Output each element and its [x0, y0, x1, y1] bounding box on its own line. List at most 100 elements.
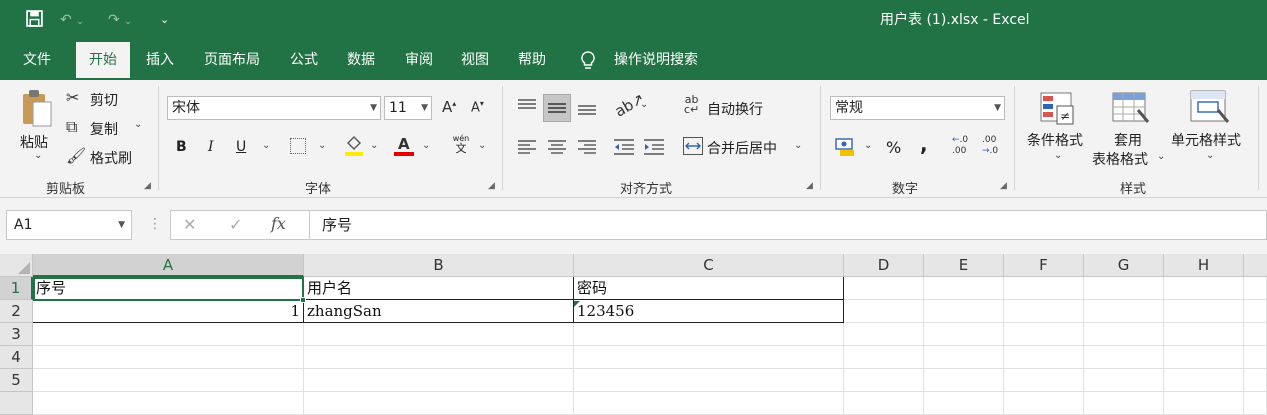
number-as-text-indicator-icon[interactable] [574, 301, 580, 307]
cell-e5[interactable] [924, 369, 1004, 392]
redo-icon[interactable]: ↷ ⌄ [108, 10, 132, 32]
cell-i5[interactable] [1244, 369, 1267, 392]
cell-f4[interactable] [1004, 346, 1084, 369]
cell-d6[interactable] [844, 392, 924, 415]
underline-dropdown-icon[interactable]: ⌄ [262, 140, 270, 151]
column-header-c[interactable]: C [574, 254, 844, 277]
cell-h6[interactable] [1164, 392, 1244, 415]
format-as-table-button[interactable]: 表格格式 [1092, 149, 1148, 169]
borders-dropdown-icon[interactable]: ⌄ [318, 140, 326, 151]
borders-icon[interactable] [290, 138, 306, 154]
percent-button[interactable]: % [886, 138, 901, 157]
alignment-launcher-icon[interactable]: ◢ [806, 181, 813, 191]
cell-b2[interactable]: zhangSan [304, 300, 574, 323]
cell-e2[interactable] [924, 300, 1004, 323]
cell-c1[interactable]: 密码 [574, 277, 844, 300]
formula-bar-grip-icon[interactable]: ⋮ [148, 216, 162, 232]
cell-e1[interactable] [924, 277, 1004, 300]
cell-b5[interactable] [304, 369, 574, 392]
select-all-button[interactable] [0, 254, 33, 277]
cell-e3[interactable] [924, 323, 1004, 346]
column-header-e[interactable]: E [924, 254, 1004, 277]
align-right-icon[interactable] [576, 136, 598, 158]
cell-e6[interactable] [924, 392, 1004, 415]
column-header-a[interactable]: A [33, 254, 304, 277]
column-header-h[interactable]: H [1164, 254, 1244, 277]
cell-h5[interactable] [1164, 369, 1244, 392]
cell-a6[interactable] [33, 392, 304, 415]
cell-h4[interactable] [1164, 346, 1244, 369]
customize-toolbar-icon[interactable]: ⌄ [160, 10, 169, 30]
cell-d4[interactable] [844, 346, 924, 369]
row-header-4[interactable]: 4 [0, 346, 33, 369]
cell-c3[interactable] [574, 323, 844, 346]
align-middle-icon[interactable] [543, 94, 571, 122]
cell-f6[interactable] [1004, 392, 1084, 415]
tab-data[interactable]: 数据 [338, 40, 384, 80]
format-painter-button[interactable]: 格式刷 [90, 148, 132, 168]
name-box[interactable]: A1 ▼ [6, 210, 132, 240]
cell-i3[interactable] [1244, 323, 1267, 346]
undo-icon[interactable]: ↶ ⌄ [60, 10, 84, 32]
tab-file[interactable]: 文件 [14, 40, 60, 80]
comma-button[interactable]: , [920, 132, 928, 156]
italic-button[interactable]: I [208, 139, 214, 155]
underline-button[interactable]: U [236, 139, 246, 155]
cell-c6[interactable] [574, 392, 844, 415]
increase-font-icon[interactable]: A▴ [442, 98, 456, 116]
column-header-partial[interactable] [1244, 254, 1267, 277]
column-header-d[interactable]: D [844, 254, 924, 277]
format-as-table-line1[interactable]: 套用 [1114, 130, 1142, 150]
cell-g5[interactable] [1084, 369, 1164, 392]
align-bottom-icon[interactable] [576, 96, 598, 118]
cell-c2[interactable]: 123456 [574, 300, 844, 323]
number-format-select[interactable]: 常规 ▼ [830, 96, 1005, 120]
row-header-2[interactable]: 2 [0, 300, 33, 323]
decrease-indent-icon[interactable] [612, 136, 636, 158]
cell-d2[interactable] [844, 300, 924, 323]
cell-a3[interactable] [33, 323, 304, 346]
row-header-1[interactable]: 1 [0, 277, 33, 300]
cell-g4[interactable] [1084, 346, 1164, 369]
accounting-format-icon[interactable] [834, 136, 858, 158]
paste-icon[interactable] [20, 88, 54, 134]
fill-color-dropdown-icon[interactable]: ⌄ [370, 140, 378, 151]
cell-i1[interactable] [1244, 277, 1267, 300]
phonetic-dropdown-icon[interactable]: ⌄ [478, 140, 486, 151]
number-launcher-icon[interactable]: ◢ [1000, 181, 1007, 191]
cell-a4[interactable] [33, 346, 304, 369]
accounting-dropdown-icon[interactable]: ⌄ [864, 140, 872, 151]
conditional-formatting-button[interactable]: 条件格式 [1027, 130, 1083, 150]
conditional-formatting-dropdown-icon[interactable]: ⌄ [1054, 150, 1062, 161]
fill-handle[interactable] [300, 297, 306, 303]
cancel-entry-icon[interactable]: ✕ [183, 215, 196, 234]
font-name-select[interactable]: 宋体 ▼ [167, 96, 381, 120]
tab-review[interactable]: 审阅 [396, 40, 442, 80]
tab-formulas[interactable]: 公式 [282, 40, 326, 80]
column-header-g[interactable]: G [1084, 254, 1164, 277]
phonetic-guide-icon[interactable]: wén 文 [450, 134, 472, 158]
cell-f2[interactable] [1004, 300, 1084, 323]
decrease-font-icon[interactable]: A▾ [471, 99, 484, 115]
paste-button[interactable]: 粘贴 [20, 132, 48, 152]
row-header-partial[interactable] [0, 392, 33, 415]
tell-me-search[interactable]: 操作说明搜索 [606, 40, 706, 80]
increase-indent-icon[interactable] [642, 136, 666, 158]
orientation-dropdown-icon[interactable]: ⌄ [640, 99, 648, 110]
tab-view[interactable]: 视图 [452, 40, 498, 80]
font-color-icon[interactable]: A [394, 135, 414, 157]
cell-i2[interactable] [1244, 300, 1267, 323]
cell-b3[interactable] [304, 323, 574, 346]
cell-g1[interactable] [1084, 277, 1164, 300]
column-header-b[interactable]: B [304, 254, 574, 277]
tab-page-layout[interactable]: 页面布局 [196, 40, 268, 80]
cell-b6[interactable] [304, 392, 574, 415]
align-center-icon[interactable] [546, 136, 568, 158]
cell-d3[interactable] [844, 323, 924, 346]
cell-b1[interactable]: 用户名 [304, 277, 574, 300]
merge-center-button[interactable]: 合并后居中 [707, 138, 777, 158]
cell-i4[interactable] [1244, 346, 1267, 369]
column-header-f[interactable]: F [1004, 254, 1084, 277]
align-left-icon[interactable] [516, 136, 538, 158]
cell-g2[interactable] [1084, 300, 1164, 323]
